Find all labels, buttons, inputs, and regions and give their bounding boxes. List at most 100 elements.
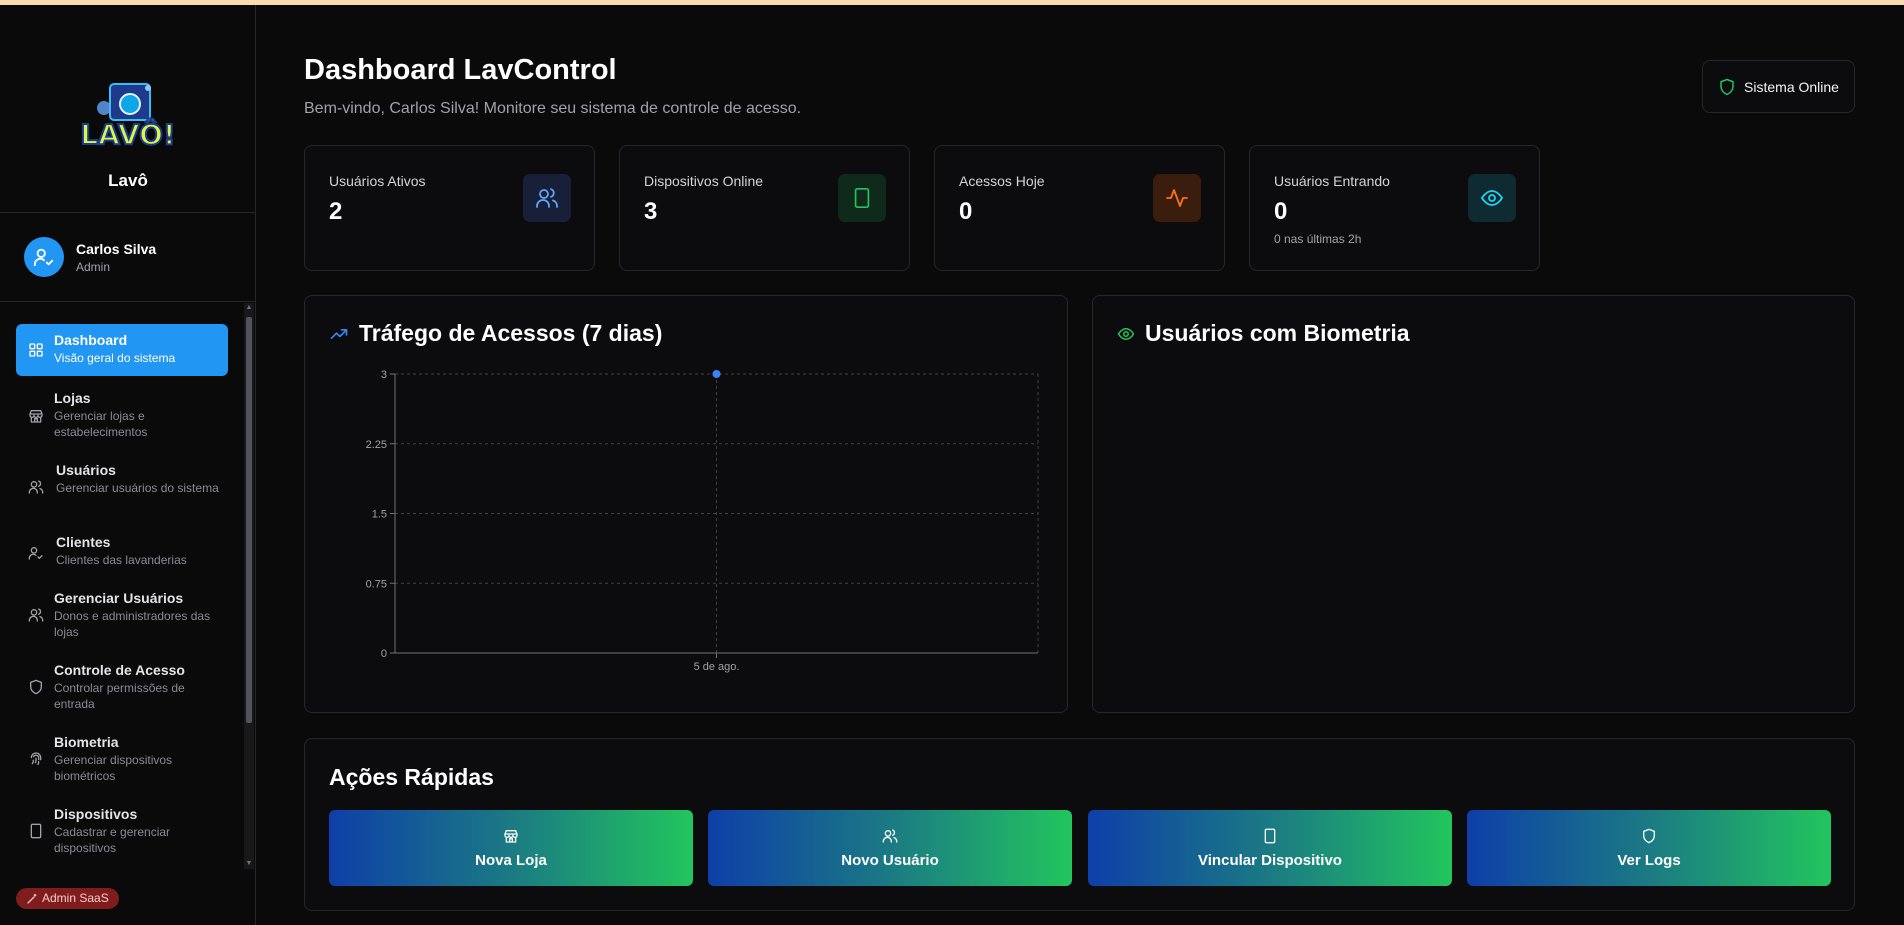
- stat-card-usuarios-ativos: Usuários Ativos 2: [304, 145, 595, 271]
- system-status-button[interactable]: Sistema Online: [1702, 60, 1855, 113]
- store-icon: [504, 829, 518, 843]
- user-role: Admin: [76, 260, 111, 274]
- ver-logs-button[interactable]: Ver Logs: [1467, 810, 1831, 886]
- user-name: Carlos Silva: [76, 241, 157, 257]
- sidebar-item-label: Dashboard: [54, 332, 128, 348]
- sidebar-item-label: Gerenciar Usuários: [54, 590, 184, 606]
- admin-saas-badge[interactable]: Admin SaaS: [16, 888, 119, 909]
- fingerprint-icon: [30, 752, 42, 765]
- sidebar-item-label: Dispositivos: [54, 806, 138, 822]
- stat-card-dispositivos-online: Dispositivos Online 3: [619, 145, 910, 271]
- activity-icon: [1166, 189, 1188, 207]
- y-tick-label: 0.75: [366, 578, 387, 590]
- user-profile[interactable]: Carlos Silva Admin: [0, 213, 255, 302]
- sidebar-item-label: Lojas: [54, 390, 91, 406]
- top-accent-bar: [0, 0, 1904, 5]
- shield-icon: [30, 679, 42, 695]
- y-tick-label: 2.25: [366, 439, 387, 451]
- sidebar-item-desc: Gerenciar usuários do sistema: [56, 481, 219, 495]
- user-check-icon: [33, 248, 54, 267]
- sidebar-scroll-thumb[interactable]: [246, 317, 252, 723]
- eye-icon: [1117, 327, 1135, 340]
- grid-icon: [29, 343, 43, 357]
- brand-area: LAVÔ! Lavô: [0, 5, 255, 213]
- sidebar-item-desc: Cadastrar e gerenciar dispositivos: [54, 825, 171, 855]
- vincular-dispositivo-button[interactable]: Vincular Dispositivo: [1088, 810, 1452, 886]
- stat-subtext: 0 nas últimas 2h: [1274, 232, 1362, 246]
- sidebar-nav: Dashboard Visão geral do sistema Lojas G…: [0, 303, 256, 869]
- button-label: Vincular Dispositivo: [1198, 851, 1342, 869]
- stat-icon-box: [523, 174, 571, 222]
- tablet-icon: [854, 188, 870, 208]
- biometry-panel: Usuários com Biometria: [1092, 295, 1855, 713]
- page-subtitle: Bem-vindo, Carlos Silva! Monitore seu si…: [304, 100, 802, 117]
- traffic-chart-title-text: Tráfego de Acessos (7 dias): [359, 320, 663, 346]
- wand-icon: [27, 893, 37, 904]
- system-status-label: Sistema Online: [1744, 78, 1839, 95]
- sidebar-item-desc: Donos e administradores das lojas: [54, 609, 211, 639]
- sidebar-item-clientes[interactable]: Clientes Clientes das lavanderias: [16, 529, 228, 573]
- y-tick-label: 1.5: [372, 509, 387, 521]
- scroll-down-arrow-icon[interactable]: ▼: [244, 859, 254, 869]
- stat-label: Usuários Entrando: [1274, 173, 1390, 189]
- users-icon: [28, 480, 44, 494]
- quick-actions-title: Ações Rápidas: [329, 764, 494, 790]
- sidebar: LAVÔ! Lavô Carlos Silva Admin Dashboard …: [0, 5, 256, 925]
- user-check-icon: [28, 547, 43, 560]
- sidebar-item-biometria[interactable]: Biometria Gerenciar dispositivos biométr…: [16, 729, 228, 789]
- y-tick-label: 3: [381, 369, 387, 381]
- stat-label: Dispositivos Online: [644, 173, 764, 189]
- stat-value: 0: [1274, 198, 1288, 225]
- stat-icon-box: [1153, 174, 1201, 222]
- quick-actions-panel: Ações Rápidas Nova Loja Novo Usuário Vin…: [304, 738, 1855, 911]
- scroll-up-arrow-icon[interactable]: ▲: [244, 303, 254, 313]
- sidebar-item-gerenciar-usuarios[interactable]: Gerenciar Usuários Donos e administrador…: [16, 585, 228, 645]
- nova-loja-button[interactable]: Nova Loja: [329, 810, 693, 886]
- sidebar-item-dashboard[interactable]: Dashboard Visão geral do sistema: [16, 324, 228, 376]
- sidebar-item-controle-acesso[interactable]: Controle de Acesso Controlar permissões …: [16, 657, 228, 717]
- button-label: Ver Logs: [1617, 851, 1681, 869]
- data-point: [712, 370, 721, 378]
- x-tick-label: 5 de ago.: [694, 661, 740, 673]
- store-icon: [29, 410, 43, 423]
- stat-icon-box: [838, 174, 886, 222]
- trending-up-icon: [330, 328, 348, 339]
- shield-icon: [1643, 828, 1655, 843]
- users-icon: [536, 188, 558, 208]
- stat-value: 0: [959, 198, 973, 225]
- sidebar-item-dispositivos[interactable]: Dispositivos Cadastrar e gerenciar dispo…: [16, 801, 228, 861]
- stat-value: 3: [644, 198, 658, 225]
- sidebar-item-label: Biometria: [54, 734, 119, 750]
- avatar: [24, 237, 64, 277]
- brand-name: Lavô: [108, 171, 148, 190]
- lavo-logo[interactable]: LAVÔ!: [76, 78, 180, 154]
- y-tick-label: 0: [381, 648, 387, 660]
- sidebar-item-desc: Visão geral do sistema: [54, 351, 176, 365]
- sidebar-item-usuarios[interactable]: Usuários Gerenciar usuários do sistema: [16, 457, 228, 517]
- sidebar-item-label: Clientes: [56, 534, 111, 550]
- stat-icon-box: [1468, 174, 1516, 222]
- traffic-chart-panel: Tráfego de Acessos (7 dias) 0 0.75 1.5 2.25…: [304, 295, 1068, 713]
- users-icon: [28, 608, 44, 622]
- stat-card-acessos-hoje: Acessos Hoje 0: [934, 145, 1225, 271]
- sidebar-item-desc: Clientes das lavanderias: [56, 553, 187, 567]
- logo-wordmark: LAVÔ!: [80, 117, 175, 151]
- stat-value: 2: [329, 198, 343, 225]
- users-icon: [882, 828, 898, 843]
- shield-icon: [1720, 78, 1734, 95]
- sidebar-item-desc: Gerenciar lojas e estabelecimentos: [54, 409, 148, 439]
- eye-icon: [1480, 190, 1504, 206]
- biometry-title: Usuários com Biometria: [1117, 320, 1410, 347]
- sidebar-item-desc: Gerenciar dispositivos biométricos: [54, 753, 173, 783]
- stat-label: Usuários Ativos: [329, 173, 426, 189]
- novo-usuario-button[interactable]: Novo Usuário: [708, 810, 1072, 886]
- tablet-icon: [1264, 828, 1276, 843]
- button-label: Nova Loja: [475, 851, 547, 869]
- stat-label: Acessos Hoje: [959, 173, 1045, 189]
- button-label: Novo Usuário: [841, 851, 939, 869]
- sidebar-item-desc: Controlar permissões de entrada: [54, 681, 185, 711]
- traffic-chart-title: Tráfego de Acessos (7 dias): [329, 320, 662, 347]
- admin-badge-label: Admin SaaS: [42, 891, 109, 905]
- sidebar-item-lojas[interactable]: Lojas Gerenciar lojas e estabelecimentos: [16, 385, 228, 445]
- page-title: Dashboard LavControl: [304, 54, 617, 86]
